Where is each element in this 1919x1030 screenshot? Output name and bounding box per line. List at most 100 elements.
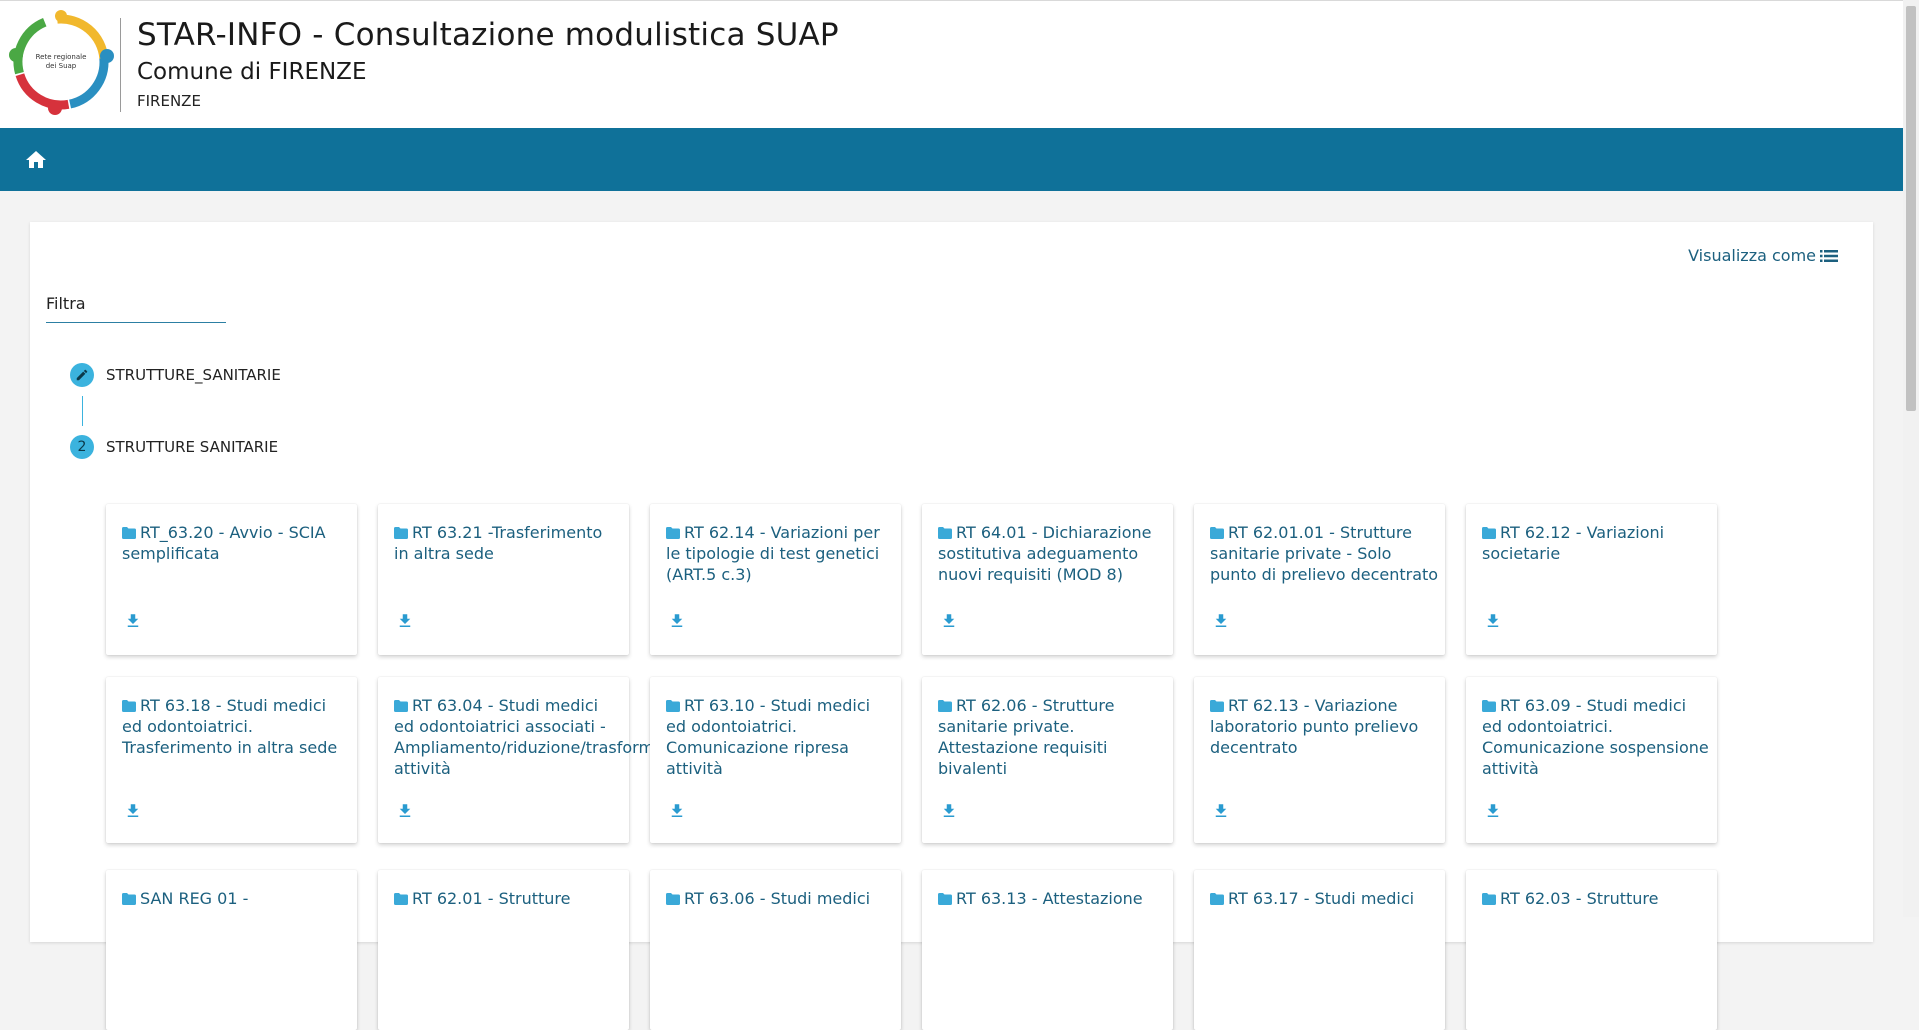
module-tile-label: RT 62.06 - Strutture sanitarie private. … (938, 696, 1115, 778)
folder-icon (1482, 527, 1496, 539)
folder-icon (1482, 700, 1496, 712)
folder-icon (122, 527, 136, 539)
header-divider (120, 18, 121, 112)
home-icon[interactable] (24, 148, 48, 172)
module-tile-title[interactable]: RT 64.01 - Dichiarazione sostitutiva ade… (938, 522, 1168, 585)
module-tile-title[interactable]: RT 62.14 - Variazioni per le tipologie d… (666, 522, 896, 585)
download-icon[interactable] (940, 612, 958, 630)
view-as-label: Visualizza come (1688, 246, 1816, 265)
module-tile-label: RT 63.09 - Studi medici ed odontoiatrici… (1482, 696, 1709, 778)
app-header: Rete regionale dei Suap STAR-INFO - Cons… (0, 0, 1903, 129)
download-icon[interactable] (396, 802, 414, 820)
module-tile-title[interactable]: RT 62.13 - Variazione laboratorio punto … (1210, 695, 1440, 758)
suap-logo[interactable]: Rete regionale dei Suap (6, 7, 116, 117)
folder-icon (1210, 893, 1224, 905)
module-tile[interactable]: RT 63.10 - Studi medici ed odontoiatrici… (650, 677, 901, 843)
vertical-scrollbar[interactable] (1903, 0, 1919, 917)
module-tile-title[interactable]: RT 63.13 - Attestazione (938, 888, 1168, 909)
module-tile[interactable]: RT 62.06 - Strutture sanitarie private. … (922, 677, 1173, 843)
module-tile-label: RT 63.17 - Studi medici (1228, 889, 1415, 908)
module-tile[interactable]: RT_63.20 - Avvio - SCIA semplificata (106, 504, 357, 655)
module-tile-label: RT 62.13 - Variazione laboratorio punto … (1210, 696, 1419, 757)
download-icon[interactable] (124, 612, 142, 630)
pencil-icon (76, 369, 88, 381)
module-tile-label: RT 63.10 - Studi medici ed odontoiatrici… (666, 696, 871, 778)
module-tile[interactable]: RT 62.03 - Strutture (1466, 870, 1717, 1030)
module-tile[interactable]: RT 62.12 - Variazioni societarie (1466, 504, 1717, 655)
city-name: FIRENZE (137, 92, 201, 110)
module-tile[interactable]: RT 63.04 - Studi medici ed odontoiatrici… (378, 677, 664, 843)
step-2-label: STRUTTURE SANITARIE (106, 438, 279, 456)
main-panel: Visualizza come Filtra STRUTTURE_SANITAR… (30, 222, 1873, 1030)
module-tile-title[interactable]: RT 62.01 - Strutture (394, 888, 624, 909)
module-tile[interactable]: RT 63.09 - Studi medici ed odontoiatrici… (1466, 677, 1717, 843)
module-tile-label: RT 63.18 - Studi medici ed odontoiatrici… (122, 696, 338, 757)
module-tile[interactable]: RT 63.17 - Studi medici (1194, 870, 1445, 1030)
view-as-button[interactable]: Visualizza come (1688, 246, 1838, 265)
download-icon[interactable] (668, 612, 686, 630)
module-tile-title[interactable]: RT 62.03 - Strutture (1482, 888, 1712, 909)
module-tile[interactable]: RT 63.06 - Studi medici (650, 870, 901, 1030)
module-tile-label: RT 62.01 - Strutture (412, 889, 571, 908)
step-1-marker (70, 363, 94, 387)
module-tile-label: RT 63.21 -Trasferimento in altra sede (394, 523, 603, 563)
module-tile-title[interactable]: RT 63.04 - Studi medici ed odontoiatrici… (394, 695, 664, 779)
module-tile[interactable]: RT 62.13 - Variazione laboratorio punto … (1194, 677, 1445, 843)
module-tile[interactable]: RT 63.18 - Studi medici ed odontoiatrici… (106, 677, 357, 843)
module-tile-title[interactable]: SAN REG 01 - (122, 888, 352, 909)
module-tile-label: RT 63.13 - Attestazione (956, 889, 1143, 908)
step-strutture-sanitarie-current[interactable]: 2 STRUTTURE SANITARIE (70, 435, 278, 459)
module-tile-label: RT 62.12 - Variazioni societarie (1482, 523, 1665, 563)
folder-icon (394, 700, 408, 712)
module-tile-title[interactable]: RT 63.18 - Studi medici ed odontoiatrici… (122, 695, 352, 758)
folder-icon (122, 893, 136, 905)
scrollbar-thumb[interactable] (1906, 6, 1916, 411)
download-icon[interactable] (668, 802, 686, 820)
folder-icon (1210, 700, 1224, 712)
module-tile-title[interactable]: RT 63.09 - Studi medici ed odontoiatrici… (1482, 695, 1712, 779)
module-tile[interactable]: RT 62.01 - Strutture (378, 870, 629, 1030)
download-icon[interactable] (396, 612, 414, 630)
svg-text:dei Suap: dei Suap (46, 62, 77, 70)
module-tile[interactable]: RT 63.21 -Trasferimento in altra sede (378, 504, 629, 655)
module-tile-label: SAN REG 01 - (140, 889, 249, 908)
module-tile-title[interactable]: RT 63.10 - Studi medici ed odontoiatrici… (666, 695, 896, 779)
folder-icon (122, 700, 136, 712)
module-tile[interactable]: SAN REG 01 - (106, 870, 357, 1030)
folder-icon (666, 893, 680, 905)
app-title: STAR-INFO - Consultazione modulistica SU… (137, 17, 839, 53)
svg-text:Rete regionale: Rete regionale (36, 53, 87, 61)
download-icon[interactable] (1484, 802, 1502, 820)
module-tile-label: RT_63.20 - Avvio - SCIA semplificata (122, 523, 326, 563)
module-tile-title[interactable]: RT 62.01.01 - Strutture sanitarie privat… (1210, 522, 1440, 585)
folder-icon (1210, 527, 1224, 539)
download-icon[interactable] (1212, 612, 1230, 630)
module-tile-label: RT 62.14 - Variazioni per le tipologie d… (666, 523, 880, 584)
step-strutture-sanitarie-edit[interactable]: STRUTTURE_SANITARIE (70, 363, 281, 387)
module-tile-label: RT 62.03 - Strutture (1500, 889, 1659, 908)
step-connector (82, 396, 83, 426)
municipality-name: Comune di FIRENZE (137, 59, 367, 85)
filter-input[interactable] (46, 292, 230, 324)
folder-icon (938, 893, 952, 905)
module-tile-title[interactable]: RT 63.21 -Trasferimento in altra sede (394, 522, 624, 564)
module-tile[interactable]: RT 62.01.01 - Strutture sanitarie privat… (1194, 504, 1445, 655)
filter-field[interactable]: Filtra (46, 292, 230, 324)
module-tile[interactable]: RT 64.01 - Dichiarazione sostitutiva ade… (922, 504, 1173, 655)
download-icon[interactable] (124, 802, 142, 820)
module-tile-title[interactable]: RT 63.17 - Studi medici (1210, 888, 1440, 909)
module-tile[interactable]: RT 63.13 - Attestazione (922, 870, 1173, 1030)
module-tile[interactable]: RT 62.14 - Variazioni per le tipologie d… (650, 504, 901, 655)
download-icon[interactable] (1484, 612, 1502, 630)
module-tile-label: RT 64.01 - Dichiarazione sostitutiva ade… (938, 523, 1152, 584)
module-tile-title[interactable]: RT_63.20 - Avvio - SCIA semplificata (122, 522, 352, 564)
module-tile-title[interactable]: RT 63.06 - Studi medici (666, 888, 896, 909)
module-tile-title[interactable]: RT 62.12 - Variazioni societarie (1482, 522, 1712, 564)
download-icon[interactable] (1212, 802, 1230, 820)
download-icon[interactable] (940, 802, 958, 820)
folder-icon (394, 893, 408, 905)
step-2-marker: 2 (70, 435, 94, 459)
step-1-label: STRUTTURE_SANITARIE (106, 366, 281, 384)
module-tile-title[interactable]: RT 62.06 - Strutture sanitarie private. … (938, 695, 1168, 779)
folder-icon (666, 700, 680, 712)
